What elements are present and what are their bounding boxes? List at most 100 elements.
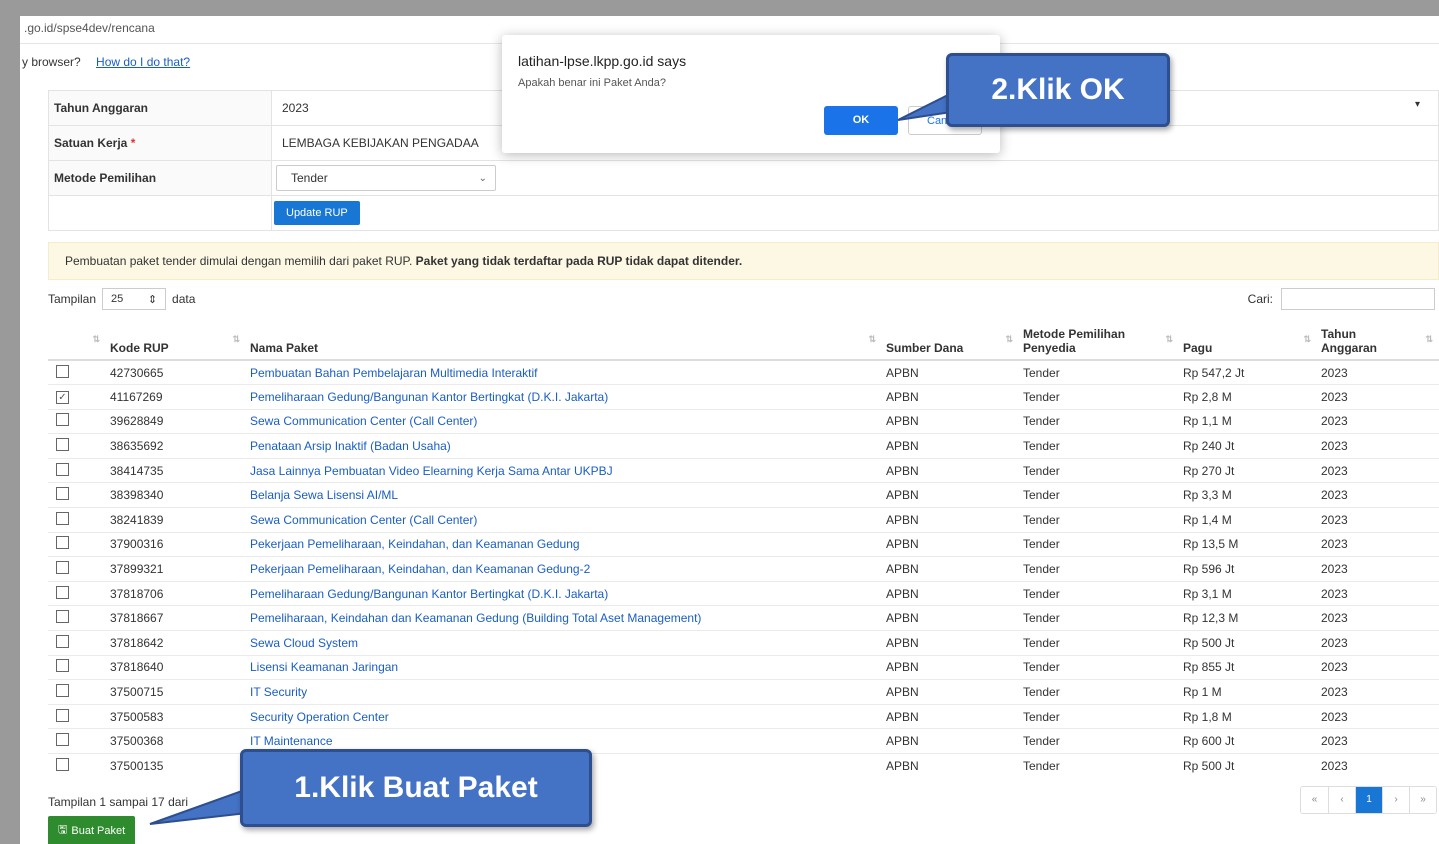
kode-rup: 37500583 bbox=[110, 709, 164, 724]
col-header-nama[interactable]: Nama Paket ⇅ bbox=[246, 322, 882, 361]
nama-paket-link[interactable]: Pemeliharaan Gedung/Bangunan Kantor Bert… bbox=[250, 587, 608, 601]
tahun-anggaran: 2023 bbox=[1321, 414, 1348, 429]
sumber-dana-cell: APBN bbox=[882, 457, 1019, 483]
pager-prev-button[interactable]: ‹ bbox=[1328, 787, 1355, 813]
sumber-dana-cell: APBN bbox=[882, 408, 1019, 434]
nama-paket-link[interactable]: Security Operation Center bbox=[250, 710, 389, 724]
pagu: Rp 3,1 M bbox=[1183, 586, 1232, 601]
nama-paket-link[interactable]: IT Security bbox=[250, 685, 307, 699]
row-checkbox[interactable]: ✓ bbox=[56, 391, 69, 405]
pager-next-button[interactable]: › bbox=[1382, 787, 1409, 813]
nama-paket-link[interactable]: Pekerjaan Pemeliharaan, Keindahan, dan K… bbox=[250, 562, 590, 576]
pagu: Rp 12,3 M bbox=[1183, 611, 1239, 626]
sumber-dana: APBN bbox=[886, 537, 919, 552]
nama-paket-link[interactable]: IT Maintenance bbox=[250, 734, 333, 748]
nama-paket-link[interactable]: Penataan Arsip Inaktif (Badan Usaha) bbox=[250, 439, 451, 453]
pagination: « ‹ 1 › » bbox=[1300, 786, 1437, 814]
row-checkbox[interactable] bbox=[56, 364, 69, 378]
nama-paket-link[interactable]: Sewa Communication Center (Call Center) bbox=[250, 513, 477, 527]
nama-paket-link[interactable]: Jasa Lainnya Pembuatan Video Elearning K… bbox=[250, 464, 613, 478]
row-checkbox[interactable] bbox=[56, 610, 69, 624]
row-checkbox[interactable] bbox=[56, 511, 69, 525]
kode-rup: 37500715 bbox=[110, 685, 164, 700]
row-checkbox[interactable] bbox=[56, 659, 69, 673]
pager-first-button[interactable]: « bbox=[1301, 787, 1328, 813]
nama-paket-link[interactable]: Pemeliharaan, Keindahan dan Keamanan Ged… bbox=[250, 611, 701, 625]
nama-paket-link[interactable]: Pembuatan Bahan Pembelajaran Multimedia … bbox=[250, 366, 538, 380]
sort-icon: ⇅ bbox=[92, 334, 100, 344]
update-rup-button[interactable]: Update RUP bbox=[274, 201, 360, 225]
nama-paket-link[interactable]: Lisensi Keamanan Jaringan bbox=[250, 660, 398, 674]
tahun-anggaran-cell: 2023 bbox=[1317, 556, 1439, 582]
sort-icon: ⇅ bbox=[1165, 334, 1173, 344]
metode-pemilihan: Tender bbox=[1023, 537, 1060, 552]
pager-last-button[interactable]: » bbox=[1409, 787, 1436, 813]
metode-pemilihan-cell: Tender bbox=[1019, 753, 1179, 779]
table-row: 37899321 Pekerjaan Pemeliharaan, Keindaha… bbox=[48, 556, 1439, 582]
table-row: 37900316 Pekerjaan Pemeliharaan, Keindaha… bbox=[48, 531, 1439, 557]
kode-rup: 37900316 bbox=[110, 537, 164, 552]
url-text: .go.id/spse4dev/rencana bbox=[24, 21, 155, 35]
required-marker: * bbox=[130, 136, 136, 150]
help-link[interactable]: How do I do that? bbox=[96, 55, 190, 69]
tahun-anggaran: 2023 bbox=[1321, 586, 1348, 601]
col-header-metode[interactable]: Metode Pemilihan Penyedia ⇅ bbox=[1019, 322, 1179, 361]
metode-pemilihan: Tender bbox=[1023, 759, 1060, 774]
row-checkbox[interactable] bbox=[56, 684, 69, 698]
pagu: Rp 2,8 M bbox=[1183, 389, 1232, 404]
row-checkbox[interactable] bbox=[56, 462, 69, 476]
col-header-tahun[interactable]: Tahun Anggaran ⇅ bbox=[1317, 322, 1439, 361]
nama-paket-link[interactable]: Sewa Cloud System bbox=[250, 636, 358, 650]
buat-paket-button[interactable]: 🖫 Buat Paket bbox=[48, 816, 136, 844]
callout-klik-buat-paket: 1.Klik Buat Paket bbox=[240, 749, 592, 827]
col-header-pagu[interactable]: Pagu ⇅ bbox=[1179, 322, 1317, 361]
search-input[interactable] bbox=[1281, 288, 1435, 310]
row-checkbox[interactable] bbox=[56, 438, 69, 452]
satuan-label-text: Satuan Kerja bbox=[54, 136, 128, 150]
nama-paket-link[interactable]: Sewa Communication Center (Call Center) bbox=[250, 414, 477, 428]
dialog-ok-button[interactable]: OK bbox=[824, 106, 898, 135]
tahun-label: Tahun Anggaran bbox=[48, 90, 272, 126]
row-checkbox[interactable] bbox=[56, 536, 69, 550]
nama-paket-link[interactable]: Belanja Sewa Lisensi AI/ML bbox=[250, 488, 398, 502]
col-header-sumber[interactable]: Sumber Dana ⇅ bbox=[882, 322, 1019, 361]
tahun-anggaran-cell: 2023 bbox=[1317, 433, 1439, 459]
select-cell bbox=[48, 580, 106, 606]
table-row: 38398340 Belanja Sewa Lisensi AI/ML APBN Te… bbox=[48, 482, 1439, 508]
table-row: 37818706 Pemeliharaan Gedung/Bangunan Kan… bbox=[48, 580, 1439, 606]
pagu-cell: Rp 3,1 M bbox=[1179, 580, 1317, 606]
tahun-anggaran: 2023 bbox=[1321, 512, 1348, 527]
row-checkbox[interactable] bbox=[56, 758, 69, 772]
nama-paket-link[interactable]: Pekerjaan Pemeliharaan, Keindahan, dan K… bbox=[250, 537, 580, 551]
nama-paket-link-cell: Sewa Cloud System bbox=[246, 630, 882, 656]
page-length-select[interactable]: 25 ⇕ bbox=[102, 288, 167, 310]
search-control: Cari: bbox=[1248, 288, 1435, 310]
row-checkbox[interactable] bbox=[56, 634, 69, 648]
sumber-dana-cell: APBN bbox=[882, 753, 1019, 779]
col-header-kode[interactable]: Kode RUP ⇅ bbox=[106, 322, 246, 361]
nama-paket-link-cell: Pekerjaan Pemeliharaan, Keindahan, dan K… bbox=[246, 531, 882, 557]
row-checkbox[interactable] bbox=[56, 487, 69, 501]
metode-pemilihan-cell: Tender bbox=[1019, 457, 1179, 483]
select-cell bbox=[48, 605, 106, 631]
kode-rup-cell: 37900316 bbox=[106, 531, 246, 557]
select-cell bbox=[48, 433, 106, 459]
metode-pemilihan-cell: Tender bbox=[1019, 679, 1179, 705]
col-header-select[interactable]: ⇅ bbox=[48, 322, 106, 361]
pagu: Rp 1,4 M bbox=[1183, 512, 1232, 527]
row-checkbox[interactable] bbox=[56, 733, 69, 747]
row-checkbox[interactable] bbox=[56, 585, 69, 599]
sumber-dana-cell: APBN bbox=[882, 384, 1019, 410]
pagu-cell: Rp 13,5 M bbox=[1179, 531, 1317, 557]
pagu: Rp 855 Jt bbox=[1183, 660, 1235, 675]
tahun-anggaran-cell: 2023 bbox=[1317, 507, 1439, 533]
nama-paket-link[interactable]: Pemeliharaan Gedung/Bangunan Kantor Bert… bbox=[250, 390, 608, 404]
rup-table: ⇅ Kode RUP ⇅ Nama Paket ⇅ Sumber Dana ⇅ Met… bbox=[48, 322, 1439, 779]
row-checkbox[interactable] bbox=[56, 708, 69, 722]
row-checkbox[interactable] bbox=[56, 413, 69, 427]
row-checkbox[interactable] bbox=[56, 561, 69, 575]
metode-select[interactable]: Tender ⌄ bbox=[276, 165, 496, 191]
pager-page-1-button[interactable]: 1 bbox=[1355, 787, 1382, 813]
kode-rup-cell: 37500583 bbox=[106, 703, 246, 729]
metode-pemilihan: Tender bbox=[1023, 512, 1060, 527]
